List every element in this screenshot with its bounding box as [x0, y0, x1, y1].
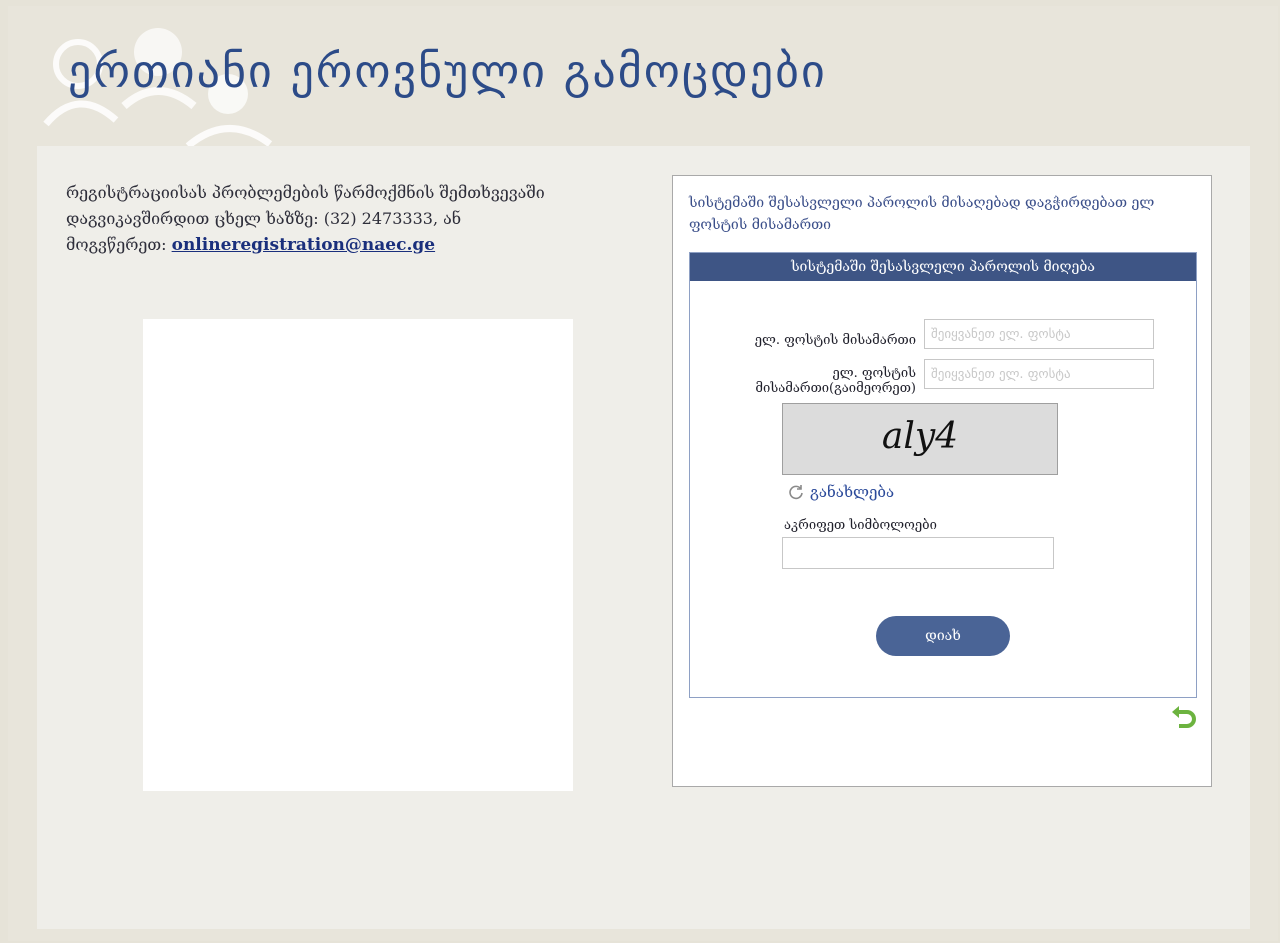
password-reset-box: სისტემაში შესასვლელი პაროლის მისაღებად დ…: [672, 175, 1212, 787]
captcha-image: aly4: [782, 403, 1058, 475]
help-text: რეგისტრაციისას პრობლემების წარმოქმნის შე…: [66, 180, 666, 258]
password-form: სისტემაში შესასვლელი პაროლის მიღება ელ. …: [689, 252, 1197, 698]
submit-button[interactable]: დიახ: [876, 616, 1010, 656]
email-label: ელ. ფოსტის მისამართი: [754, 333, 916, 348]
email-field[interactable]: [924, 319, 1154, 349]
help-line-3-prefix: მოგვწერეთ:: [66, 235, 172, 254]
captcha-input-label: აკრიფეთ სიმბოლოები: [784, 518, 937, 533]
support-email-link[interactable]: onlineregistration@naec.ge: [172, 235, 435, 255]
header: ერთიანი ეროვნული გამოცდები: [8, 6, 1278, 149]
help-line-1: რეგისტრაციისას პრობლემების წარმოქმნის შე…: [66, 183, 545, 202]
refresh-label: განახლება: [810, 483, 895, 501]
captcha-text: aly4: [881, 416, 959, 457]
site-title: ერთიანი ეროვნული გამოცდები: [68, 44, 827, 98]
confirm-email-label-line-1: ელ. ფოსტის: [832, 366, 916, 381]
refresh-icon: [789, 485, 803, 500]
help-line-3: მოგვწერეთ: onlineregistration@naec.ge: [66, 232, 666, 258]
confirm-email-label-line-2: მისამართი(გაიმეორეთ): [755, 381, 916, 396]
blank-content-area: [143, 319, 573, 791]
intro-text: სისტემაში შესასვლელი პაროლის მისაღებად დ…: [689, 195, 1155, 233]
refresh-captcha-button[interactable]: განახლება: [788, 483, 894, 501]
help-line-2: დაგვიკავშირდით ცხელ ხაზზე: (32) 2473333,…: [66, 209, 462, 228]
back-arrow-icon[interactable]: [1169, 702, 1199, 732]
confirm-email-label: ელ. ფოსტის მისამართი(გაიმეორეთ): [710, 366, 916, 396]
form-title: სისტემაში შესასვლელი პაროლის მიღება: [690, 253, 1196, 281]
confirm-email-field[interactable]: [924, 359, 1154, 389]
captcha-input[interactable]: [782, 537, 1054, 569]
